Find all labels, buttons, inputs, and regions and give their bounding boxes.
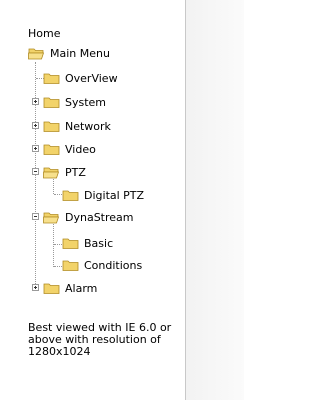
folder-icon [43,73,60,84]
open-folder-icon [43,167,60,179]
tree-item-label: Basic [84,236,114,250]
tree-line [54,194,62,195]
folder-icon [62,260,79,271]
tree-item-label: OverView [65,71,118,85]
expand-plus-icon[interactable] [32,145,39,152]
tree-item-label: Alarm [65,281,98,295]
tree-item-alarm[interactable]: Alarm [43,279,97,297]
collapse-minus-icon[interactable] [32,213,39,220]
content-frame-edge [186,0,244,400]
open-folder-icon [43,212,60,224]
tree-item-basic[interactable]: Basic [62,234,113,252]
tree-item-label: PTZ [65,165,86,179]
tree-line [54,266,62,267]
menu-tree: Home Main Menu OverView System Network V… [0,0,185,400]
frame-divider[interactable] [185,0,186,400]
open-folder-icon [28,48,45,60]
tree-item-dynastream[interactable]: DynaStream [43,208,134,226]
expand-plus-icon[interactable] [32,98,39,105]
tree-item-label: Main Menu [50,46,110,60]
folder-icon [62,238,79,249]
tree-item-video[interactable]: Video [43,140,96,158]
tree-item-label: System [65,95,107,109]
tree-item-conditions[interactable]: Conditions [62,256,142,274]
tree-item-label: Conditions [84,258,143,272]
tree-item-ptz[interactable]: PTZ [43,163,86,181]
tree-line [54,244,62,245]
tree-item-main-menu[interactable]: Main Menu [28,44,110,62]
collapse-minus-icon[interactable] [32,168,39,175]
navigation-frame: Home Main Menu OverView System Network V… [0,0,244,400]
folder-icon [62,190,79,201]
folder-icon [43,283,60,294]
expand-plus-icon[interactable] [32,122,39,129]
tree-item-label: Video [65,142,96,156]
folder-icon [43,144,60,155]
tree-item-network[interactable]: Network [43,117,111,135]
home-link[interactable]: Home [28,27,60,40]
browser-recommendation-note: Best viewed with IE 6.0 or above with re… [28,321,172,358]
tree-line [35,62,36,288]
tree-item-overview[interactable]: OverView [43,69,118,87]
tree-item-label: Network [65,119,111,133]
tree-item-label: Digital PTZ [84,188,145,202]
folder-icon [43,121,60,132]
folder-icon [43,97,60,108]
tree-item-system[interactable]: System [43,93,106,111]
expand-plus-icon[interactable] [32,284,39,291]
tree-item-digital-ptz[interactable]: Digital PTZ [62,186,144,204]
tree-item-label: DynaStream [65,210,134,224]
